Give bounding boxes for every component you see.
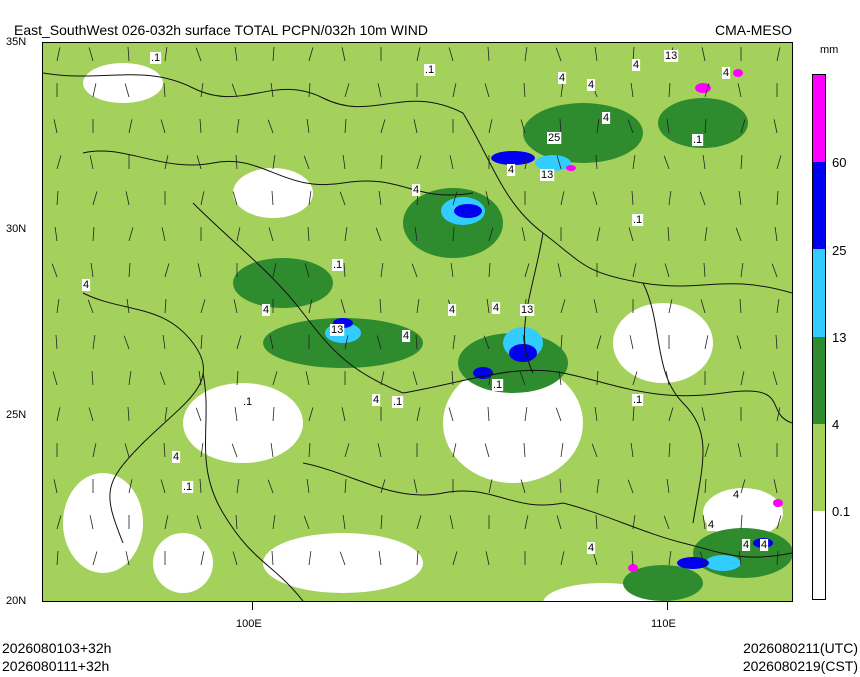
- precip-value-label: 4: [559, 72, 565, 84]
- lat-label-25n: 25N: [6, 409, 27, 421]
- lat-label-20n: 20N: [6, 595, 27, 607]
- precip-value-label: .1: [183, 481, 192, 493]
- precip-value-label: .1: [243, 396, 252, 408]
- precip-value-label: .1: [493, 379, 502, 391]
- precip-value-label: .1: [633, 214, 642, 226]
- precip-value-label: 4: [743, 539, 749, 551]
- colorbar-unit: mm: [820, 44, 839, 56]
- lat-label-30n: 30N: [6, 223, 27, 235]
- lat-label-35n: 35N: [6, 36, 27, 48]
- precip-value-label: 13: [665, 50, 677, 62]
- colorbar-label-4: 4: [832, 417, 840, 432]
- colorbar-label-60: 60: [832, 155, 847, 170]
- precip-value-label: 4: [723, 67, 729, 79]
- map-title: East_SouthWest 026-032h surface TOTAL PC…: [14, 22, 428, 38]
- precip-value-label: .1: [633, 394, 642, 406]
- precip-value-label: .1: [425, 64, 434, 76]
- precip-value-label: 4: [733, 489, 739, 501]
- precip-colorbar: [812, 74, 826, 600]
- precip-value-label: .1: [393, 396, 402, 408]
- precip-13-25-area: [705, 555, 741, 571]
- colorbar-label-13: 13: [832, 330, 847, 345]
- precip-4-13-area: [523, 103, 643, 163]
- precip-fill-layer: [43, 43, 793, 623]
- precip-value-label: 4: [403, 330, 409, 342]
- valid-time-utc: 2026080211(UTC): [743, 640, 858, 656]
- precipitation-map: .1.1 4 4 13 4 4 25 13 4 4.1 4 13 4 4 13 4.1.1 4.1 4 4 4 4 4 4 4…: [42, 42, 793, 623]
- precip-value-label: 4: [761, 539, 767, 551]
- precip-60plus-area: [733, 69, 743, 77]
- precip-value-label: 4: [263, 304, 269, 316]
- dry-patch: [183, 383, 303, 463]
- dry-patch: [233, 168, 313, 218]
- colorbar-segment-4-13: [813, 337, 825, 424]
- lon-tick-110e: [667, 602, 668, 610]
- colorbar-label-0.1: 0.1: [832, 504, 851, 519]
- precip-value-label: 4: [708, 519, 714, 531]
- precip-value-label: 4: [173, 451, 179, 463]
- model-name: CMA-MESO: [715, 22, 792, 38]
- colorbar-segment-0.1-4: [813, 424, 825, 511]
- lon-label-110e: 110E: [651, 618, 676, 630]
- precip-60plus-area: [773, 499, 783, 507]
- precip-60plus-area: [628, 564, 638, 572]
- dry-patch: [63, 473, 143, 573]
- colorbar-segment-below-0.1: [813, 511, 825, 599]
- precip-value-label: 4: [373, 394, 379, 406]
- map-canvas: .1.1441344251344.1413 44 134.1.14.14444 444…: [42, 43, 793, 623]
- precip-value-label: 13: [521, 304, 533, 316]
- colorbar-label-25: 25: [832, 243, 847, 258]
- precip-value-label: 13: [331, 324, 343, 336]
- precip-25-60-area: [491, 151, 535, 165]
- dry-patch: [83, 63, 163, 103]
- precip-value-label: 4: [603, 112, 609, 124]
- precip-25-60-area: [454, 204, 482, 218]
- precip-60plus-area: [566, 165, 576, 171]
- precip-value-label: 4: [508, 164, 514, 176]
- colorbar-segment-25-60: [813, 162, 825, 249]
- precip-value-label: 4: [588, 542, 594, 554]
- precip-value-label: 4: [588, 79, 594, 91]
- precip-value-label: .1: [693, 134, 702, 146]
- colorbar-segment-60plus: [813, 75, 825, 162]
- precip-value-label: 4: [633, 59, 639, 71]
- lon-label-100e: 100E: [236, 618, 262, 630]
- precip-value-label: .1: [333, 259, 342, 271]
- precip-value-label: 4: [83, 279, 89, 291]
- dry-patch: [613, 303, 713, 383]
- init-time-utc: 2026080103+32h: [2, 640, 112, 656]
- valid-time-cst: 2026080219(CST): [742, 658, 858, 674]
- colorbar-segment-13-25: [813, 249, 825, 337]
- lon-tick-100e: [252, 602, 253, 610]
- precip-value-label: .1: [151, 52, 160, 64]
- precip-value-label: 4: [413, 184, 419, 196]
- precip-25-60-area: [509, 344, 537, 362]
- init-time-cst: 2026080111+32h: [2, 658, 110, 674]
- dry-patch: [263, 533, 423, 593]
- precip-value-label: 4: [493, 302, 499, 314]
- dry-patch: [153, 533, 213, 593]
- precip-4-13-area: [693, 528, 793, 578]
- precip-value-label: 25: [548, 132, 560, 144]
- precip-value-label: 4: [449, 304, 455, 316]
- precip-4-13-area: [233, 258, 333, 308]
- precip-value-label: 13: [541, 169, 553, 181]
